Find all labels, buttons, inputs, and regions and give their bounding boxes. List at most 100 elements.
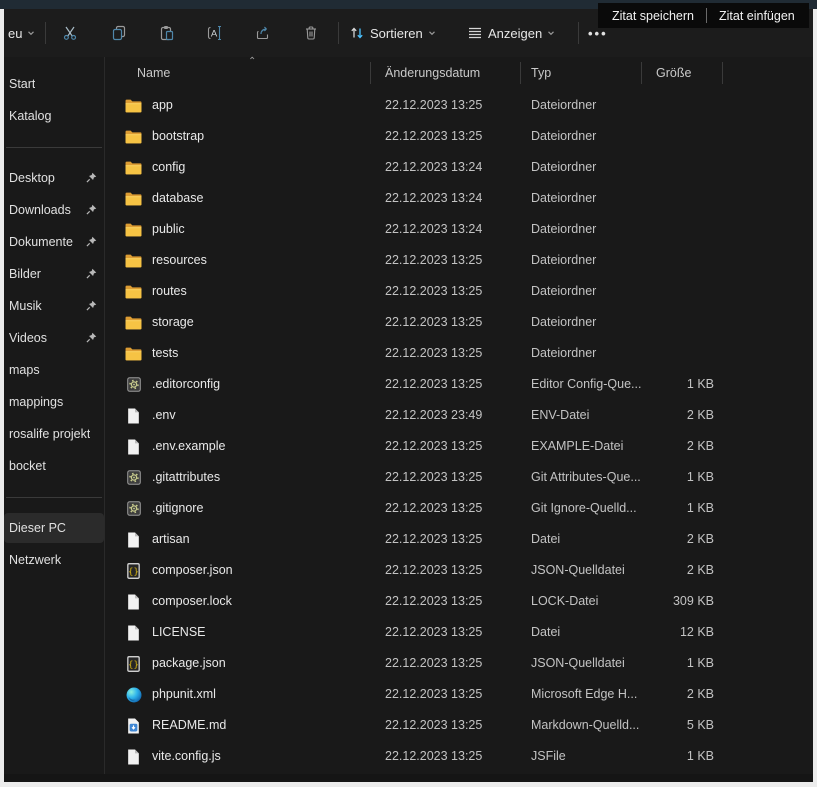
delete-button[interactable] [302,15,320,51]
column-separator[interactable] [370,62,371,84]
new-button[interactable]: eu [4,15,36,51]
file-size: 1 KB [625,377,714,391]
file-name: vite.config.js [152,749,221,763]
file-name: .gitattributes [152,470,220,484]
chevron-down-icon [546,28,556,38]
sidebar-item-maps[interactable]: maps [4,355,104,385]
file-name: package.json [152,656,226,670]
paste-button[interactable] [158,15,176,51]
file-date: 22.12.2023 13:25 [385,470,482,484]
explorer-window: eu [4,9,813,782]
sidebar-item-dieser-pc[interactable]: Dieser PC [4,513,104,543]
sidebar: StartKatalogDesktop Downloads Dokumente … [4,57,104,782]
new-button-label: eu [8,26,22,41]
column-header-type[interactable]: Typ [531,66,551,80]
sidebar-item-label: Musik [4,299,42,313]
file-date: 22.12.2023 13:25 [385,377,482,391]
svg-text:A: A [211,29,218,40]
column-header-name[interactable]: Name [137,66,170,80]
sidebar-item-videos[interactable]: Videos [4,323,104,353]
file-date: 22.12.2023 13:25 [385,563,482,577]
copy-icon [110,24,128,42]
column-separator[interactable] [520,62,521,84]
sidebar-item-netzwerk[interactable]: Netzwerk [4,545,104,575]
file-type: JSON-Quelldatei [531,563,625,577]
sidebar-item-label: rosalife projekt [4,427,90,441]
sidebar-item-label: Dokumente [4,235,73,249]
file-row[interactable]: database22.12.2023 13:24Dateiordner [105,183,813,214]
file-name: bootstrap [152,129,204,143]
save-citation-button[interactable]: Zitat speichern [608,9,698,23]
sidebar-item-musik[interactable]: Musik [4,291,104,321]
file-name: app [152,98,173,112]
file-type: JSFile [531,749,566,763]
sidebar-item-bocket[interactable]: bocket [4,451,104,481]
file-size: 12 KB [625,625,714,639]
sidebar-item-katalog[interactable]: Katalog [4,101,104,131]
column-separator[interactable] [641,62,642,84]
file-date: 22.12.2023 13:25 [385,718,482,732]
sidebar-item-label: Desktop [4,171,55,185]
file-row[interactable]: {} composer.json22.12.2023 13:25JSON-Que… [105,555,813,586]
file-row[interactable]: storage22.12.2023 13:25Dateiordner [105,307,813,338]
sidebar-item-start[interactable]: Start [4,69,104,99]
share-button[interactable] [254,15,272,51]
sidebar-item-downloads[interactable]: Downloads [4,195,104,225]
file-name: database [152,191,203,205]
file-size: 2 KB [625,439,714,453]
file-row[interactable]: artisan22.12.2023 13:25Datei2 KB [105,524,813,555]
cut-button[interactable] [61,15,79,51]
file-type: Dateiordner [531,160,596,174]
file-icon [125,531,142,548]
file-row[interactable]: .gitignore22.12.2023 13:25Git Ignore-Que… [105,493,813,524]
sort-ascending-icon: ⌃ [248,56,256,67]
file-row[interactable]: .gitattributes22.12.2023 13:25Git Attrib… [105,462,813,493]
file-row[interactable]: config22.12.2023 13:24Dateiordner [105,152,813,183]
sidebar-item-desktop[interactable]: Desktop [4,163,104,193]
trash-icon [302,24,320,42]
column-header-date[interactable]: Änderungsdatum [385,66,480,80]
file-type: Dateiordner [531,253,596,267]
sidebar-item-mappings[interactable]: mappings [4,387,104,417]
column-header-row: Name ⌃ Änderungsdatum Typ Größe [105,57,813,90]
file-row[interactable]: tests22.12.2023 13:25Dateiordner [105,338,813,369]
file-row[interactable]: {} package.json22.12.2023 13:25JSON-Quel… [105,648,813,679]
file-row[interactable]: .editorconfig22.12.2023 13:25Editor Conf… [105,369,813,400]
file-row[interactable]: composer.lock22.12.2023 13:25LOCK-Datei3… [105,586,813,617]
copy-button[interactable] [110,15,128,51]
view-button[interactable]: Anzeigen [466,15,556,51]
view-icon [466,24,484,42]
file-name: tests [152,346,178,360]
sort-button[interactable]: Sortieren [348,15,437,51]
sidebar-item-bilder[interactable]: Bilder [4,259,104,289]
file-type: EXAMPLE-Datei [531,439,623,453]
file-row[interactable]: app22.12.2023 13:25Dateiordner [105,90,813,121]
sidebar-item-label: maps [4,363,40,377]
svg-text:{}: {} [128,567,139,577]
file-row[interactable]: LICENSE22.12.2023 13:25Datei12 KB [105,617,813,648]
file-row[interactable]: README.md22.12.2023 13:25Markdown-Quelld… [105,710,813,741]
file-row[interactable]: vite.config.js22.12.2023 13:25JSFile1 KB [105,741,813,772]
file-row[interactable]: resources22.12.2023 13:25Dateiordner [105,245,813,276]
insert-citation-button[interactable]: Zitat einfügen [715,9,799,23]
folder-icon [125,128,142,145]
file-name: .env [152,408,176,422]
sidebar-item-label: Downloads [4,203,71,217]
file-row[interactable]: .env.example22.12.2023 13:25EXAMPLE-Date… [105,431,813,462]
rename-button[interactable]: A [206,15,224,51]
file-row[interactable]: public22.12.2023 13:24Dateiordner [105,214,813,245]
column-header-size[interactable]: Größe [656,66,691,80]
sidebar-item-rosalife-projekt[interactable]: rosalife projekt [4,419,104,449]
file-date: 22.12.2023 13:25 [385,656,482,670]
file-type: Dateiordner [531,222,596,236]
file-row[interactable]: bootstrap22.12.2023 13:25Dateiordner [105,121,813,152]
sidebar-item-dokumente[interactable]: Dokumente [4,227,104,257]
file-size: 1 KB [625,470,714,484]
column-separator[interactable] [722,62,723,84]
file-row[interactable]: phpunit.xml22.12.2023 13:25Microsoft Edg… [105,679,813,710]
sidebar-item-label: mappings [4,395,63,409]
sidebar-divider [6,497,102,498]
file-row[interactable]: routes22.12.2023 13:25Dateiordner [105,276,813,307]
file-row[interactable]: .env22.12.2023 23:49ENV-Datei2 KB [105,400,813,431]
folder-icon [125,283,142,300]
